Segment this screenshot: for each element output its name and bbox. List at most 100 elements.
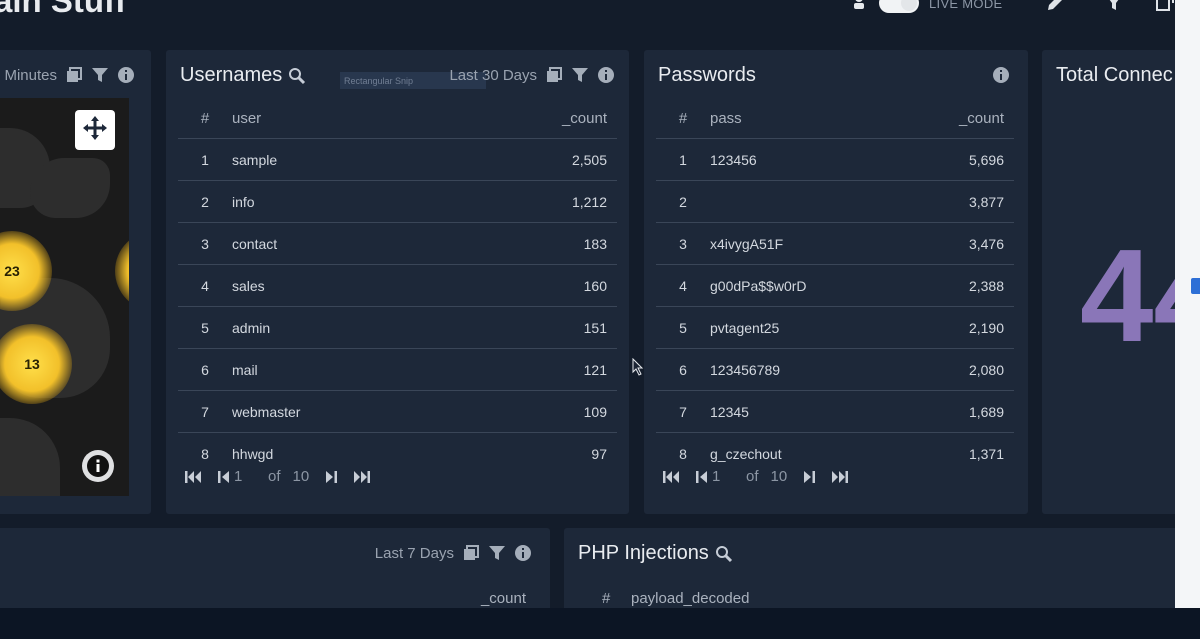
share-icon[interactable]: [1155, 0, 1175, 14]
passwords-pager: 1 of 10: [662, 468, 849, 485]
passwords-title: Passwords: [658, 64, 756, 86]
column-header-payload[interactable]: payload_decoded: [631, 590, 749, 607]
row-user: webmaster: [232, 390, 446, 433]
next-page-icon[interactable]: [799, 469, 819, 485]
table-row[interactable]: 5 pvtagent25 2,190: [656, 306, 1014, 349]
row-num: 2: [178, 180, 232, 223]
row-count: 3,476: [903, 222, 1014, 265]
user-icon[interactable]: [850, 0, 868, 14]
search-icon[interactable]: [715, 545, 733, 563]
php-injections-panel: PHP Injections # payload_decoded: [564, 528, 1175, 608]
bottom-left-panel: Last 7 Days _count: [0, 528, 550, 608]
usernames-title-text: Usernames: [180, 64, 283, 86]
column-header-count[interactable]: _count: [445, 98, 617, 139]
passwords-panel: Passwords # pass _count 1 123456 5,696 2 3,…: [644, 50, 1028, 514]
copy-icon[interactable]: [545, 66, 563, 84]
table-row[interactable]: 4 sales 160: [178, 264, 617, 307]
row-pass: pvtagent25: [710, 306, 904, 349]
table-row[interactable]: 5 admin 151: [178, 306, 617, 349]
table-row[interactable]: 1 123456 5,696: [656, 138, 1014, 181]
row-num: 4: [656, 264, 710, 307]
expand-icon: [81, 114, 109, 147]
copy-icon[interactable]: [65, 66, 83, 84]
table-row[interactable]: 3 contact 183: [178, 222, 617, 265]
passwords-table: # pass _count 1 123456 5,696 2 3,877 3 x4ivy…: [656, 98, 1014, 474]
php-injections-title-text: PHP Injections: [578, 542, 709, 564]
expand-button[interactable]: [75, 110, 115, 150]
row-num: 3: [178, 222, 232, 265]
info-icon[interactable]: [597, 66, 615, 84]
next-page-icon[interactable]: [321, 469, 341, 485]
row-user: contact: [232, 222, 446, 265]
usernames-time-range[interactable]: Last 30 Days: [449, 67, 537, 84]
table-row[interactable]: 6 123456789 2,080: [656, 348, 1014, 391]
column-header-pass[interactable]: pass: [710, 98, 904, 139]
info-icon[interactable]: [514, 544, 532, 562]
table-row[interactable]: 2 3,877: [656, 180, 1014, 223]
table-row[interactable]: 3 x4ivygA51F 3,476: [656, 222, 1014, 265]
column-header-count[interactable]: _count: [903, 98, 1014, 139]
info-icon[interactable]: [992, 66, 1010, 84]
info-icon[interactable]: [117, 66, 135, 84]
first-page-icon[interactable]: [662, 469, 682, 485]
dashboard-screen: ain Stuff LIVE MODE Minutes 23 13 Userna…: [0, 0, 1175, 608]
pencil-icon[interactable]: [1045, 0, 1065, 14]
row-count: 5,696: [903, 138, 1014, 181]
row-count: 109: [445, 390, 617, 433]
last-page-icon[interactable]: [351, 469, 371, 485]
info-icon[interactable]: [82, 450, 114, 482]
mouse-cursor-icon: [632, 358, 644, 376]
row-count: 2,190: [903, 306, 1014, 349]
table-row[interactable]: 4 g00dPa$$w0rD 2,388: [656, 264, 1014, 307]
prev-page-icon[interactable]: [692, 469, 712, 485]
row-pass: 12345: [710, 390, 904, 433]
last-page-icon[interactable]: [829, 469, 849, 485]
copy-icon[interactable]: [462, 544, 480, 562]
filter-icon[interactable]: [571, 66, 589, 84]
current-page[interactable]: 1: [712, 468, 732, 485]
table-row[interactable]: 2 info 1,212: [178, 180, 617, 223]
row-pass: g00dPa$$w0rD: [710, 264, 904, 307]
bottom-left-time-range[interactable]: Last 7 Days: [375, 545, 454, 562]
row-pass: 123456: [710, 138, 904, 181]
filter-icon[interactable]: [488, 544, 506, 562]
column-header-user[interactable]: user: [232, 98, 446, 139]
usernames-title: Usernames: [180, 64, 306, 87]
row-num: 5: [178, 306, 232, 349]
dashboard-title: ain Stuff: [0, 0, 126, 19]
world-map[interactable]: 23 13: [0, 98, 129, 496]
bottom-left-tools: Last 7 Days: [375, 544, 532, 562]
column-header-count[interactable]: _count: [481, 590, 526, 607]
row-count: 151: [445, 306, 617, 349]
bubble-count: 23: [4, 263, 20, 279]
row-num: 7: [178, 390, 232, 433]
map-bubble[interactable]: [115, 231, 129, 311]
edge-tab-icon: [1191, 278, 1200, 294]
column-header-num[interactable]: #: [178, 98, 232, 139]
live-mode-toggle[interactable]: [879, 0, 919, 13]
first-page-icon[interactable]: [184, 469, 204, 485]
current-page[interactable]: 1: [234, 468, 254, 485]
filter-icon[interactable]: [1104, 0, 1124, 14]
row-count: 2,505: [445, 138, 617, 181]
column-header-num[interactable]: #: [602, 590, 610, 607]
usernames-panel: Usernames Rectangular Snip Last 30 Days …: [166, 50, 629, 514]
column-header-num[interactable]: #: [656, 98, 710, 139]
filter-icon[interactable]: [91, 66, 109, 84]
total-pages: 10: [770, 468, 788, 485]
search-icon[interactable]: [288, 67, 306, 85]
live-mode-label: LIVE MODE: [929, 0, 1003, 11]
map-panel: Minutes 23 13: [0, 50, 151, 514]
table-row[interactable]: 7 12345 1,689: [656, 390, 1014, 433]
total-connections-panel: Total Connec 44: [1042, 50, 1175, 514]
toggle-knob: [901, 0, 917, 11]
prev-page-icon[interactable]: [214, 469, 234, 485]
table-row[interactable]: 7 webmaster 109: [178, 390, 617, 433]
table-row[interactable]: 1 sample 2,505: [178, 138, 617, 181]
row-count: 97: [591, 445, 607, 462]
bubble-count: 13: [24, 356, 40, 372]
php-injections-title: PHP Injections: [578, 542, 733, 565]
row-num: 6: [656, 348, 710, 391]
map-land: [30, 158, 110, 218]
table-row[interactable]: 6 mail 121: [178, 348, 617, 391]
